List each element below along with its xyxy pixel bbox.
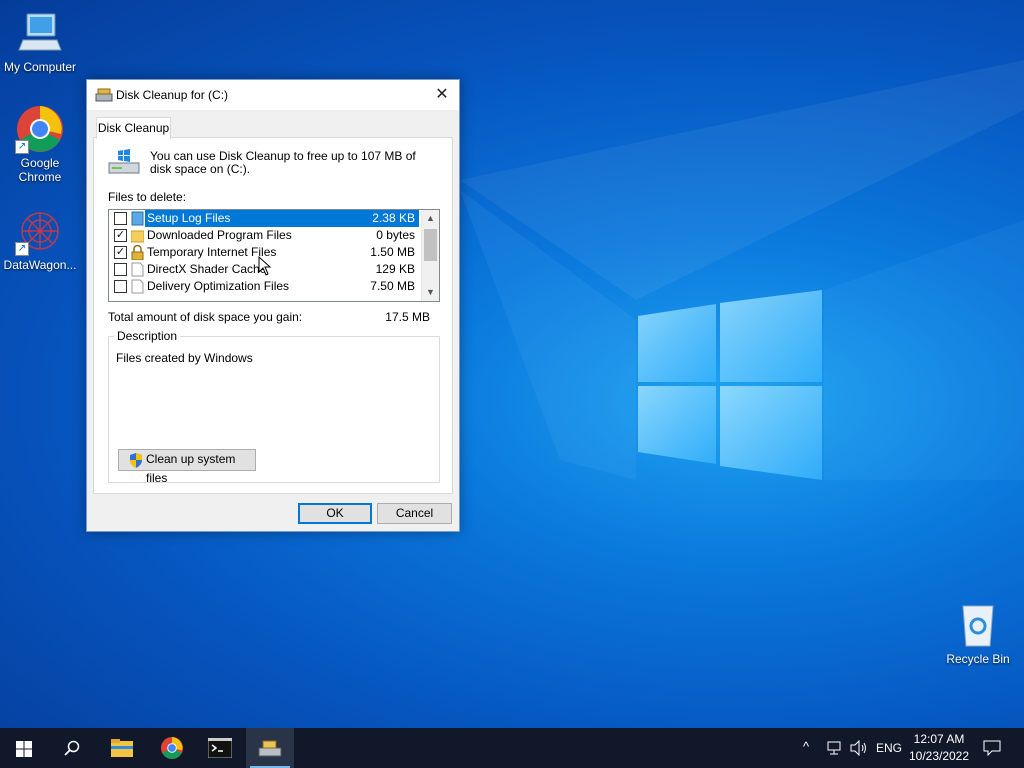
recycle-bin-icon — [953, 600, 1003, 650]
disk-cleanup-panel: You can use Disk Cleanup to free up to 1… — [93, 137, 453, 494]
files-to-delete-label: Files to delete: — [108, 190, 187, 204]
log-file-icon — [131, 211, 144, 226]
list-item[interactable]: Delivery Optimization Files 7.50 MB — [109, 278, 439, 295]
action-center-icon[interactable] — [983, 740, 1001, 756]
datawagon-icon: ↗ — [15, 206, 65, 256]
start-button[interactable] — [0, 728, 48, 768]
file-explorer-icon — [111, 739, 133, 757]
file-name: DirectX Shader Cache — [147, 262, 267, 276]
checkbox[interactable]: ✓ — [114, 229, 127, 242]
chrome-icon — [160, 736, 184, 760]
dialog-title: Disk Cleanup for (C:) — [116, 88, 229, 102]
input-language-indicator[interactable]: ENG — [876, 741, 902, 755]
desktop-icon-recycle-bin[interactable]: Recycle Bin — [938, 600, 1018, 666]
files-to-delete-list[interactable]: Setup Log Files 2.38 KB ✓ Downloaded Pro… — [108, 209, 440, 302]
windows-logo-wallpaper-icon — [638, 290, 822, 480]
ok-button[interactable]: OK — [298, 503, 372, 524]
checkbox[interactable] — [114, 280, 127, 293]
disk-cleanup-icon — [95, 88, 113, 102]
search-button[interactable] — [48, 728, 96, 768]
list-item[interactable]: ✓ Downloaded Program Files 0 bytes — [109, 227, 439, 244]
uac-shield-icon — [130, 453, 142, 468]
description-text: Files created by Windows — [116, 351, 253, 365]
file-name: Downloaded Program Files — [147, 228, 292, 242]
cancel-button[interactable]: Cancel — [377, 503, 452, 524]
checkbox[interactable]: ✓ — [114, 246, 127, 259]
file-name: Setup Log Files — [147, 211, 231, 225]
list-scrollbar[interactable]: ▲ ▼ — [421, 210, 439, 301]
file-size: 7.50 MB — [370, 279, 415, 293]
disk-cleanup-dialog: Disk Cleanup for (C:) ✕ Disk Cleanup You… — [86, 79, 460, 532]
shortcut-arrow-icon: ↗ — [15, 140, 29, 154]
file-size: 1.50 MB — [370, 245, 415, 259]
dialog-titlebar[interactable]: Disk Cleanup for (C:) ✕ — [87, 80, 459, 110]
close-icon[interactable]: ✕ — [425, 80, 459, 110]
file-name: Delivery Optimization Files — [147, 279, 290, 293]
network-icon[interactable] — [827, 741, 843, 755]
shortcut-arrow-icon: ↗ — [15, 242, 29, 256]
taskbar-disk-cleanup[interactable] — [246, 728, 294, 768]
taskbar-chrome[interactable] — [148, 728, 196, 768]
volume-icon[interactable] — [850, 740, 868, 756]
start-icon — [16, 741, 32, 757]
list-item[interactable]: DirectX Shader Cache 129 KB — [109, 261, 439, 278]
desktop-icon-datawagon[interactable]: ↗ DataWagon... — [0, 206, 80, 272]
clock-date: 10/23/2022 — [908, 749, 970, 763]
tab-disk-cleanup[interactable]: Disk Cleanup — [96, 117, 171, 139]
clock-time: 12:07 AM — [913, 732, 965, 746]
drive-icon — [108, 149, 140, 174]
desktop-icon-google-chrome[interactable]: ↗ Google Chrome — [0, 104, 80, 184]
disk-cleanup-icon — [258, 740, 282, 757]
file-name: Temporary Internet Files — [147, 245, 277, 259]
file-size: 2.38 KB — [372, 211, 415, 225]
total-space-value: 17.5 MB — [385, 310, 430, 324]
scroll-thumb[interactable] — [424, 229, 437, 261]
file-size: 0 bytes — [376, 228, 415, 242]
taskbar-clock[interactable]: 12:07 AM 10/23/2022 — [905, 731, 973, 765]
computer-icon — [15, 8, 65, 58]
list-item[interactable]: Setup Log Files 2.38 KB — [109, 210, 439, 227]
chrome-icon: ↗ — [15, 104, 65, 154]
command-prompt-icon — [208, 738, 232, 758]
lock-icon — [131, 245, 144, 260]
total-space-label: Total amount of disk space you gain: — [108, 310, 303, 324]
taskbar-command-prompt[interactable] — [196, 728, 244, 768]
search-icon — [64, 740, 80, 756]
file-icon — [131, 262, 144, 277]
desktop-icon-my-computer[interactable]: My Computer — [0, 8, 80, 74]
file-icon — [131, 279, 144, 294]
scroll-up-icon[interactable]: ▲ — [422, 210, 439, 227]
taskbar: ^ ENG 12:07 AM 10/23/2022 — [0, 728, 1024, 768]
scroll-down-icon[interactable]: ▼ — [422, 284, 439, 301]
file-size: 129 KB — [375, 262, 415, 276]
list-item[interactable]: ✓ Temporary Internet Files 1.50 MB — [109, 244, 439, 261]
folder-icon — [131, 230, 144, 243]
description-label: Description — [114, 329, 181, 343]
intro-text: You can use Disk Cleanup to free up to 1… — [150, 149, 416, 176]
clean-up-system-files-button[interactable]: Clean up system files — [118, 449, 256, 485]
show-hidden-icons-chevron-icon[interactable]: ^ — [803, 739, 809, 754]
checkbox[interactable] — [114, 263, 127, 276]
checkbox[interactable] — [114, 212, 127, 225]
mouse-cursor-icon — [258, 256, 272, 276]
taskbar-file-explorer[interactable] — [98, 728, 146, 768]
